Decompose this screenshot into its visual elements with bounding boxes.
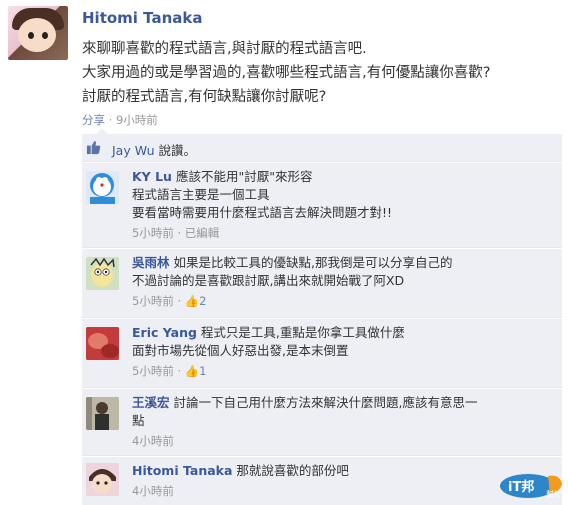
ithelp-logo: iT邦 幫忙 [500,474,562,499]
comment-body: 吳雨林 如果是比較工具的優缺點,那我倒是可以分享自己的 不過討論的是喜歡跟討厭,… [132,254,552,310]
comment: Hitomi Tanaka 那就說喜歡的部份吧 4小時前 [82,456,562,505]
comment-author[interactable]: 吳雨林 [132,255,170,270]
doraemon-avatar-icon [86,171,119,204]
thumbs-up-icon [86,140,101,155]
small-thumbs-up-icon: 👍 [184,364,200,378]
like-count-value: 1 [199,364,207,378]
comment-meta: 4小時前 [132,484,174,498]
logo-text-sub: 幫忙 [546,489,562,499]
comment: KY Lu 應該不能用"討厭"來形容 程式語言主要是一個工具 要看當時需要用什麼… [82,162,562,248]
comment-author[interactable]: KY Lu [132,169,172,184]
small-thumbs-up-icon: 👍 [184,294,200,308]
post-text: 來聊聊喜歡的程式語言,與討厭的程式語言吧. 大家用過的或是學習過的,喜歡哪些程式… [82,37,562,109]
post-meta: 分享 · 9小時前 [82,112,158,128]
comment-avatar[interactable] [86,171,119,204]
comment-body: 王溪宏 討論一下自己用什麼方法來解決什麼問題,應該有意思一 點 4小時前 [132,394,552,450]
comment: Eric Yang 程式只是工具,重點是你拿工具做什麼 面對市場先從個人好惡出發… [82,318,562,388]
comment-meta-text: 5小時前 · [132,364,185,378]
comment-body: KY Lu 應該不能用"討厭"來形容 程式語言主要是一個工具 要看當時需要用什麼… [132,168,552,242]
cartoon-avatar-icon [86,257,119,290]
comment-author[interactable]: 王溪宏 [132,395,170,410]
photo-avatar-icon [86,397,119,430]
comment-body: Eric Yang 程式只是工具,重點是你拿工具做什麼 面對市場先從個人好惡出發… [132,324,552,380]
comment-avatar[interactable] [86,327,119,360]
comment-text: 應該不能用"討厭"來形容 [175,169,313,184]
comment-body: Hitomi Tanaka 那就說喜歡的部份吧 4小時前 [132,462,552,500]
comment-avatar[interactable] [86,397,119,430]
comment-meta: 5小時前 · 👍2 [132,292,552,310]
comment-text: 要看當時需要用什麼程式語言去解決問題才對!! [132,205,393,220]
liker-name[interactable]: Jay Wu [112,143,155,158]
post-line: 來聊聊喜歡的程式語言,與討厭的程式語言吧. [82,41,367,57]
post-timestamp[interactable]: 9小時前 [116,113,158,127]
comment-author[interactable]: Eric Yang [132,325,197,340]
comment-text: 點 [132,413,145,428]
comment-meta: 5小時前 · 已編輯 [132,226,220,240]
likes-text: Jay Wu 說讚。 [112,140,196,159]
comment-meta: 5小時前 · 👍1 [132,362,552,380]
likes-suffix: 說讚。 [154,143,197,158]
comment-text: 討論一下自己用什麼方法來解決什麼問題,應該有意思一 [173,395,478,410]
meta-separator: · [105,113,116,127]
comment-thread: Jay Wu 說讚。 KY Lu 應該不能用"討厭"來形容 程式語言主要是一個工… [82,134,562,505]
comment: 王溪宏 討論一下自己用什麼方法來解決什麼問題,應該有意思一 點 4小時前 [82,388,562,456]
post: Hitomi Tanaka 來聊聊喜歡的程式語言,與討厭的程式語言吧. 大家用過… [0,0,568,505]
comment-avatar[interactable] [86,463,119,496]
comment-text: 那就說喜歡的部份吧 [236,463,349,478]
comment-meta-text: 5小時前 · [132,294,185,308]
comment-avatar[interactable] [86,257,119,290]
comment-text: 不過討論的是喜歡跟討厭,講出來就開始戰了阿XD [132,273,405,288]
share-link[interactable]: 分享 [82,113,105,127]
post-author-name[interactable]: Hitomi Tanaka [82,9,202,27]
like-count-value: 2 [199,294,207,308]
comment: 吳雨林 如果是比較工具的優缺點,那我倒是可以分享自己的 不過討論的是喜歡跟討厭,… [82,248,562,318]
post-line: 討厭的程式語言,有何缺點讓你討厭呢? [82,89,327,105]
comment-text: 面對市場先從個人好惡出發,是本末倒置 [132,343,349,358]
red-photo-avatar-icon [86,327,119,360]
comment-like-count[interactable]: 👍2 [185,294,207,308]
author-small-avatar-icon [86,463,119,496]
comment-author[interactable]: Hitomi Tanaka [132,463,232,478]
post-line: 大家用過的或是學習過的,喜歡哪些程式語言,有何優點讓你喜歡? [82,65,491,81]
comment-like-count[interactable]: 👍1 [185,364,207,378]
author-avatar[interactable] [8,6,68,60]
likes-row: Jay Wu 說讚。 [82,134,562,162]
comment-meta: 4小時前 [132,434,174,448]
comment-text: 如果是比較工具的優缺點,那我倒是可以分享自己的 [173,255,453,270]
comment-text: 程式語言主要是一個工具 [132,187,270,202]
logo-text-main: iT邦 [508,479,534,495]
comment-text: 程式只是工具,重點是你拿工具做什麼 [200,325,405,340]
